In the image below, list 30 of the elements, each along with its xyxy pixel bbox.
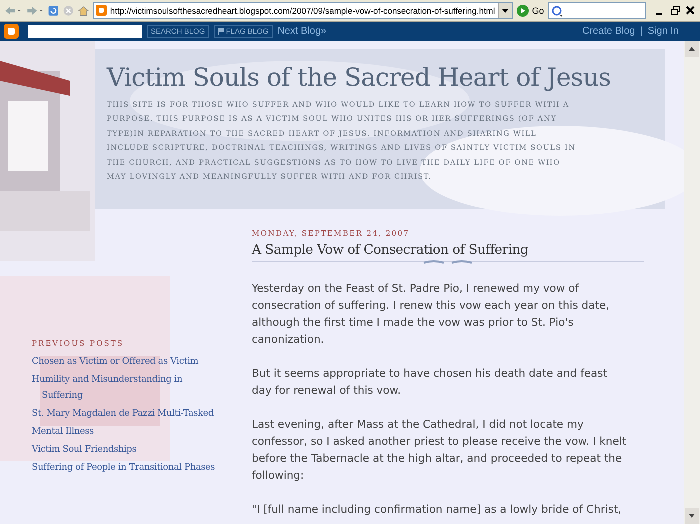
post-link[interactable]: Mental Illness (32, 424, 224, 440)
post-paragraph: Last evening, after Mass at the Cathedral, I did not locate my confessor, so I asked another priest to please receive the vow. I knelt before the Tabernacle at the high altar, and proceeded to repeat the following: (252, 417, 628, 484)
post-paragraph: Yesterday on the Feast of St. Padre Pio, I renewed my vow of consecration of suffering. I renew this vow each year on this date, although the first time I made the vow was prior to St. Pio's canonization. (252, 281, 611, 348)
blog-title: Victim Souls of the Sacred Heart of Jesus (107, 63, 612, 92)
play-icon (517, 4, 530, 16)
post-link[interactable]: St. Mary Magdalen de Pazzi Multi-Tasked (32, 406, 224, 422)
search-field[interactable] (548, 2, 646, 19)
restore-icon[interactable] (670, 6, 680, 15)
post-link[interactable]: Suffering of People in Transitional Phases (32, 460, 224, 476)
address-field[interactable]: http://victimsoulsofthesacredheart.blogspot.com/2007/09/sample-vow-of-consecration-of-suffering.html (93, 2, 514, 19)
flag-icon (218, 28, 224, 35)
post-paragraph: But it seems appropriate to have chosen his death date and feast day for renewal of this vow. (252, 366, 608, 399)
post-paragraph: "I [full name including confirmation name] as a lowly bride of Christ, (252, 502, 623, 518)
blog-search-field[interactable] (28, 25, 142, 38)
post-link[interactable]: Humility and Misunderstanding in Suffering (32, 372, 224, 404)
close-icon[interactable] (686, 6, 695, 15)
refresh-icon[interactable] (48, 4, 59, 18)
create-blog-link[interactable]: Create Blog (582, 26, 636, 37)
dropdown-button[interactable] (498, 3, 512, 18)
search-engine-icon (552, 4, 564, 16)
caret-icon (502, 8, 510, 12)
post-link[interactable]: Victim Soul Friendships (32, 442, 224, 458)
sign-in-link[interactable]: Sign In (648, 26, 679, 37)
scrollbar[interactable] (684, 41, 700, 524)
home-icon[interactable] (78, 4, 90, 18)
next-blog-link[interactable]: Next Blog» (278, 26, 327, 37)
go-button[interactable]: Go (517, 4, 544, 16)
separator: | (640, 26, 643, 37)
post-link[interactable]: Chosen as Victim or Offered as Victim (32, 354, 224, 370)
post-title: A Sample Vow of Consecration of Suffering (252, 243, 530, 258)
